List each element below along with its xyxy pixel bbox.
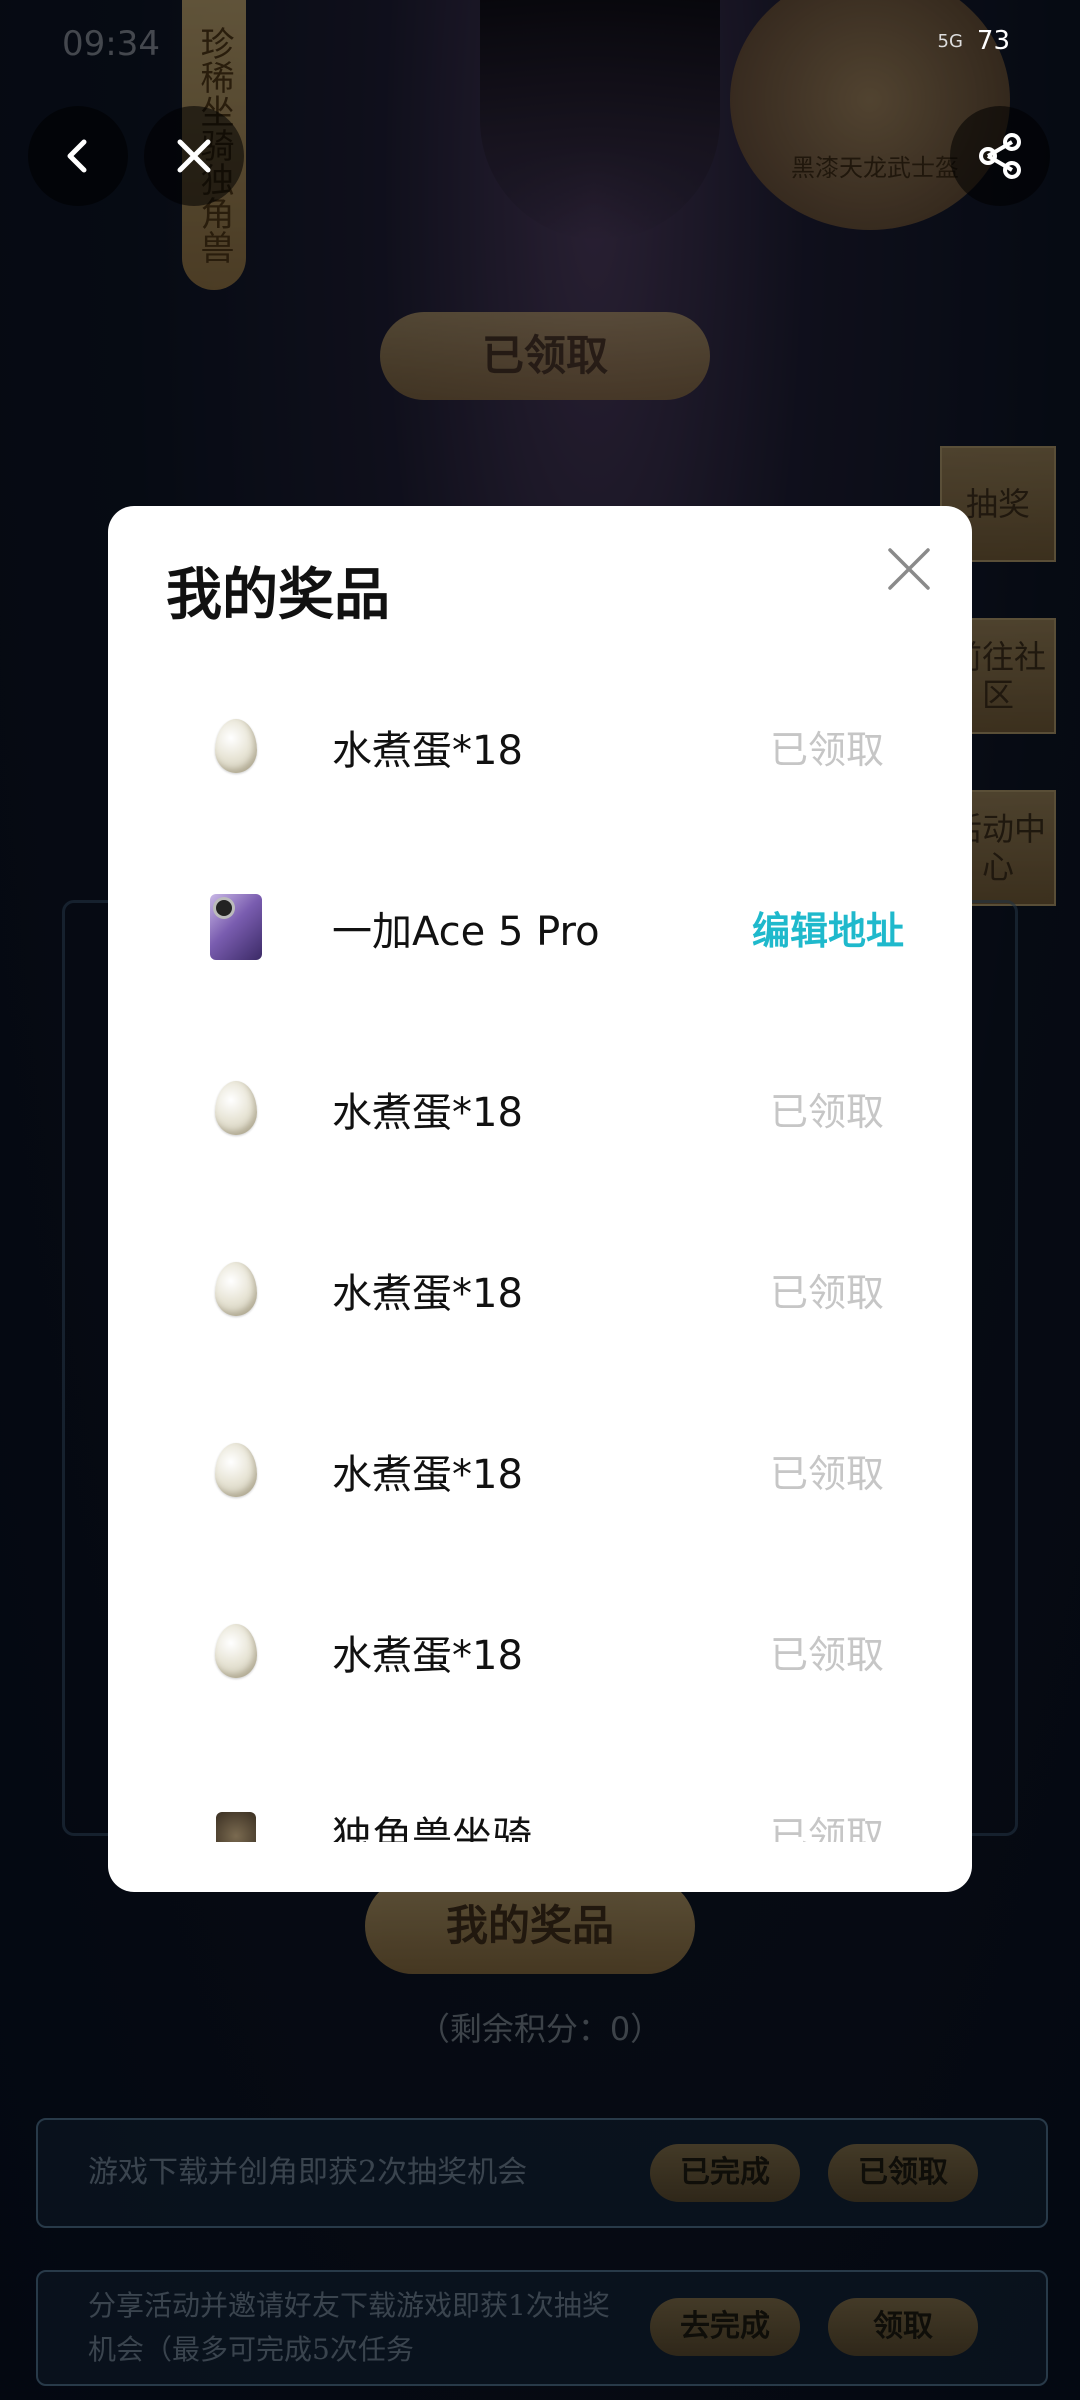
status-time: 09:34 <box>62 24 160 64</box>
egg-icon <box>206 1259 266 1319</box>
prize-row: 水煮蛋*18 已领取 <box>108 1561 972 1742</box>
status-indicators: 5G 73 <box>938 26 1011 56</box>
prize-name: 一加Ace 5 Pro <box>332 908 600 955</box>
close-icon <box>177 139 211 173</box>
prize-row: 水煮蛋*18 已领取 <box>108 656 972 837</box>
prize-status: 已领取 <box>769 1452 884 1496</box>
prize-status: 已领取 <box>769 1814 884 1842</box>
edit-address-button[interactable]: 编辑地址 <box>752 837 904 1018</box>
prize-row: 水煮蛋*18 已领取 <box>108 1018 972 1199</box>
prize-status: 已领取 <box>769 1633 884 1677</box>
modal-close-button[interactable] <box>876 536 942 602</box>
phone-icon <box>206 894 266 960</box>
egg-icon <box>206 1621 266 1681</box>
prize-name: 独角兽坐骑 <box>332 1813 532 1843</box>
mount-icon <box>206 1802 266 1842</box>
prize-name: 水煮蛋*18 <box>332 1089 523 1136</box>
prize-row: 水煮蛋*18 已领取 <box>108 1199 972 1380</box>
prize-name: 水煮蛋*18 <box>332 1270 523 1317</box>
prize-status: 已领取 <box>769 1090 884 1134</box>
network-indicator: 5G <box>937 30 963 52</box>
my-prizes-modal: 我的奖品 水煮蛋*18 已领取 一加Ace 5 Pro 编辑地址 水煮蛋*18 … <box>108 506 972 1892</box>
prize-row: 独角兽坐骑 已领取 <box>108 1742 972 1842</box>
share-button[interactable] <box>950 106 1050 206</box>
prize-row: 一加Ace 5 Pro 编辑地址 <box>108 837 972 1018</box>
modal-title: 我的奖品 <box>166 563 390 628</box>
prize-name: 水煮蛋*18 <box>332 1451 523 1498</box>
chevron-left-icon <box>67 139 87 173</box>
share-icon <box>979 133 1021 179</box>
egg-icon <box>206 716 266 776</box>
close-icon <box>888 548 930 590</box>
battery-level: 73 <box>976 26 1010 56</box>
egg-icon <box>206 1078 266 1138</box>
prize-status: 已领取 <box>769 728 884 772</box>
prize-name: 水煮蛋*18 <box>332 1632 523 1679</box>
prize-name: 水煮蛋*18 <box>332 727 523 774</box>
back-button[interactable] <box>28 106 128 206</box>
close-page-button[interactable] <box>144 106 244 206</box>
egg-icon <box>206 1440 266 1500</box>
prize-row: 水煮蛋*18 已领取 <box>108 1380 972 1561</box>
prize-list[interactable]: 水煮蛋*18 已领取 一加Ace 5 Pro 编辑地址 水煮蛋*18 已领取 水… <box>108 656 972 1842</box>
prize-status: 已领取 <box>769 1271 884 1315</box>
